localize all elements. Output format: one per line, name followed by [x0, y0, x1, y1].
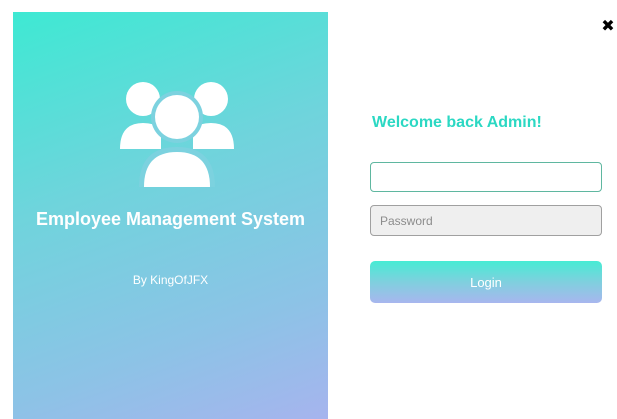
- login-window: Employee Management System By KingOfJFX …: [0, 0, 617, 419]
- author-credit: By KingOfJFX: [132, 273, 209, 287]
- username-input[interactable]: [370, 162, 602, 192]
- app-title: Employee Management System: [35, 209, 306, 229]
- login-button[interactable]: Login: [370, 261, 602, 303]
- users-group-icon: [120, 82, 234, 187]
- close-icon[interactable]: ✖: [598, 17, 617, 37]
- welcome-heading: Welcome back Admin!: [372, 114, 542, 131]
- password-input[interactable]: [370, 205, 602, 236]
- branding-panel: Employee Management System By KingOfJFX: [13, 12, 328, 419]
